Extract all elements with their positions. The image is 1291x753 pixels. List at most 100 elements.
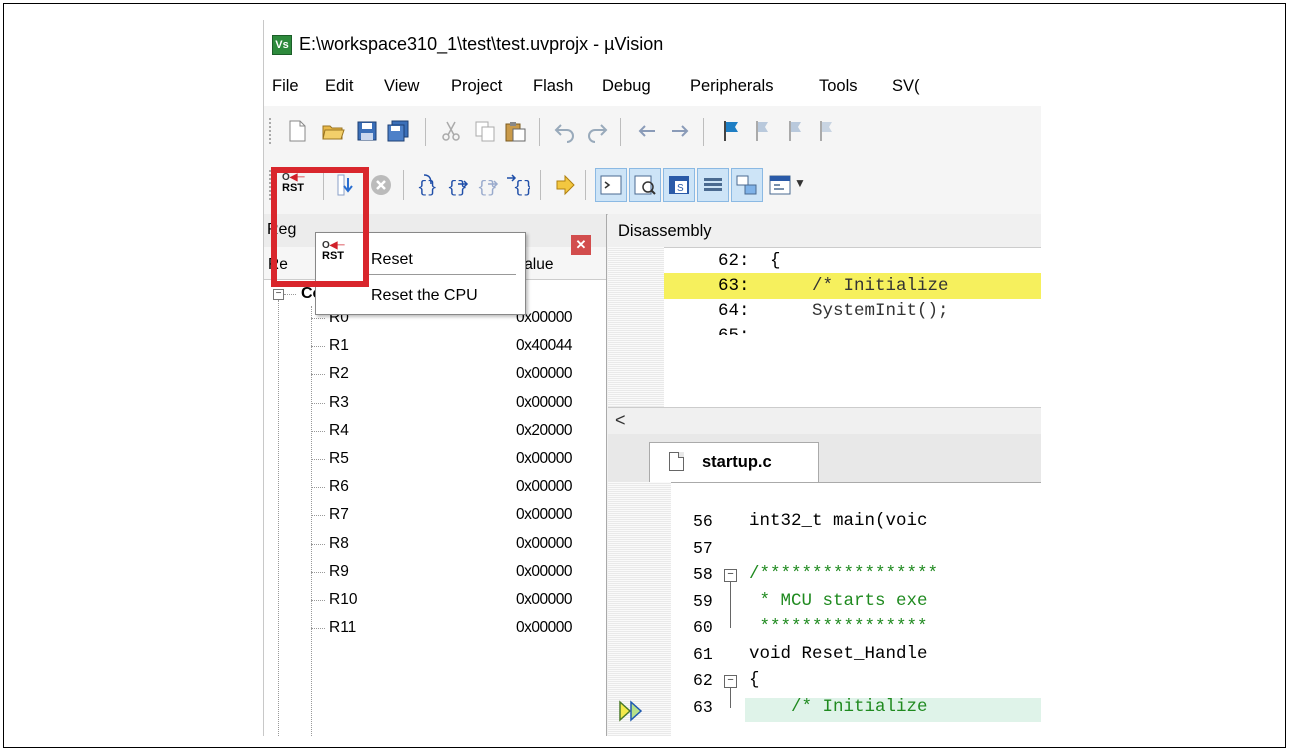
register-value[interactable]: 0x00000 — [516, 506, 572, 524]
register-name: R11 — [329, 619, 357, 637]
paste-icon[interactable] — [503, 119, 527, 143]
register-value[interactable]: 0x00000 — [516, 478, 572, 496]
tree-connector — [311, 628, 325, 630]
code-line[interactable]: { — [749, 670, 760, 690]
registers-window-toggle[interactable] — [697, 168, 729, 202]
register-name: R2 — [329, 365, 349, 383]
menu-bar: File Edit View Project Flash Debug Perip… — [263, 66, 1041, 106]
code-line[interactable]: **************** — [749, 617, 928, 637]
next-bookmark-icon[interactable] — [784, 119, 808, 143]
toolbar-separator — [539, 118, 540, 146]
register-name: R7 — [329, 506, 349, 524]
menu-tools[interactable]: Tools — [819, 77, 858, 96]
disasm-line-num: 64: — [718, 301, 750, 321]
fold-toggle-icon[interactable]: − — [724, 675, 737, 688]
register-name: R5 — [329, 450, 349, 467]
register-value[interactable]: 0x00000 — [516, 450, 572, 468]
disassembly-window-toggle[interactable] — [629, 168, 661, 202]
open-folder-icon[interactable] — [321, 119, 345, 143]
menu-peripherals[interactable]: Peripherals — [690, 77, 773, 96]
code-line[interactable]: int32_t main(voic — [749, 511, 928, 531]
save-icon[interactable] — [355, 119, 379, 143]
code-line[interactable]: * MCU starts exe — [749, 591, 928, 611]
register-name: R10 — [329, 591, 358, 608]
window-border — [263, 20, 264, 736]
editor-gutter[interactable] — [608, 482, 671, 736]
watch-window-icon[interactable] — [768, 173, 792, 197]
menu-flash[interactable]: Flash — [533, 77, 573, 96]
menu-edit[interactable]: Edit — [325, 77, 353, 96]
menu-project[interactable]: Project — [451, 77, 502, 96]
close-panel-icon[interactable]: ✕ — [571, 235, 591, 255]
command-window-toggle[interactable] — [595, 168, 627, 202]
register-value[interactable]: 0x00000 — [516, 619, 572, 637]
register-value[interactable]: 0x00000 — [516, 563, 572, 581]
tree-connector — [311, 306, 312, 736]
disassembly-hscrollbar[interactable]: < — [608, 407, 1041, 435]
disasm-line-code: SystemInit(); — [770, 301, 949, 321]
editor-tabbar: startup.c — [608, 434, 1041, 483]
undo-icon[interactable] — [553, 119, 577, 143]
symbols-window-toggle[interactable]: S — [663, 168, 695, 202]
tree-connector — [311, 374, 325, 376]
registers-window-icon — [704, 178, 722, 191]
disasm-line-num: 63: — [718, 276, 750, 296]
tab-startup-c[interactable]: startup.c — [649, 442, 819, 482]
fold-toggle-icon[interactable]: − — [724, 569, 737, 582]
tree-connector — [311, 515, 325, 517]
register-value[interactable]: 0x00000 — [516, 591, 572, 609]
code-line[interactable]: void Reset_Handle — [749, 644, 928, 664]
register-value[interactable]: 0x40044 — [516, 337, 572, 355]
step-into-icon[interactable]: {} — [415, 173, 439, 197]
disasm-line-num: 62: — [718, 251, 750, 271]
watch-dropdown-chevron-icon[interactable]: ▼ — [794, 176, 806, 190]
navigate-forward-icon[interactable] — [668, 119, 692, 143]
clear-bookmarks-icon[interactable] — [815, 119, 839, 143]
uvision-window: Vs E:\workspace310_1\test\test.uvprojx -… — [263, 20, 1041, 736]
call-stack-window-toggle[interactable] — [731, 168, 763, 202]
disasm-line-num: 65: — [718, 326, 750, 346]
tree-connector — [311, 571, 325, 573]
toolbar-separator — [403, 170, 404, 200]
show-next-statement-icon[interactable] — [553, 173, 577, 197]
menu-svcs[interactable]: SV( — [892, 77, 920, 96]
register-value[interactable]: 0x00000 — [516, 535, 572, 553]
disassembly-gutter[interactable] — [608, 247, 664, 407]
new-file-icon[interactable] — [285, 119, 309, 143]
tree-connector — [311, 318, 325, 319]
stop-icon[interactable] — [369, 173, 393, 197]
menu-view[interactable]: View — [384, 77, 419, 96]
register-value[interactable]: 0x00000 — [516, 365, 572, 383]
debug-toolbar: O◀─ RST {} {} {} {} S ▼ — [263, 156, 1041, 215]
svg-text:{}: {} — [417, 179, 437, 197]
step-out-icon[interactable]: {} — [476, 173, 500, 197]
menu-debug[interactable]: Debug — [602, 77, 651, 96]
symbols-window-icon: S — [669, 176, 689, 194]
line-number: 56 — [693, 512, 713, 531]
tree-connector — [278, 300, 279, 736]
code-line[interactable]: /***************** — [749, 564, 938, 584]
toolbar-separator — [585, 170, 586, 200]
register-value[interactable]: 0x00000 — [516, 394, 572, 412]
tree-connector — [311, 459, 325, 460]
collapse-core-icon[interactable]: − — [273, 289, 284, 300]
step-over-icon[interactable]: {} — [446, 173, 470, 197]
toolbar-separator — [620, 118, 621, 146]
register-name: R9 — [329, 562, 349, 580]
scroll-left-icon[interactable]: < — [615, 410, 626, 431]
register-name: R1 — [329, 337, 349, 355]
save-all-icon[interactable] — [386, 119, 410, 143]
copy-icon[interactable] — [473, 119, 497, 143]
run-to-cursor-icon[interactable]: {} — [506, 173, 530, 197]
menu-file[interactable]: File — [272, 77, 299, 96]
prev-bookmark-icon[interactable] — [751, 119, 775, 143]
cut-icon[interactable] — [439, 119, 463, 143]
navigate-back-icon[interactable] — [635, 119, 659, 143]
redo-icon[interactable] — [585, 119, 609, 143]
register-value[interactable]: 0x20000 — [516, 422, 572, 440]
bookmark-flag-icon[interactable] — [719, 119, 743, 143]
disassembly-window-icon — [634, 175, 656, 195]
code-line[interactable]: /* Initialize — [749, 697, 928, 717]
register-name: R6 — [329, 478, 349, 496]
line-number: 57 — [693, 538, 713, 558]
